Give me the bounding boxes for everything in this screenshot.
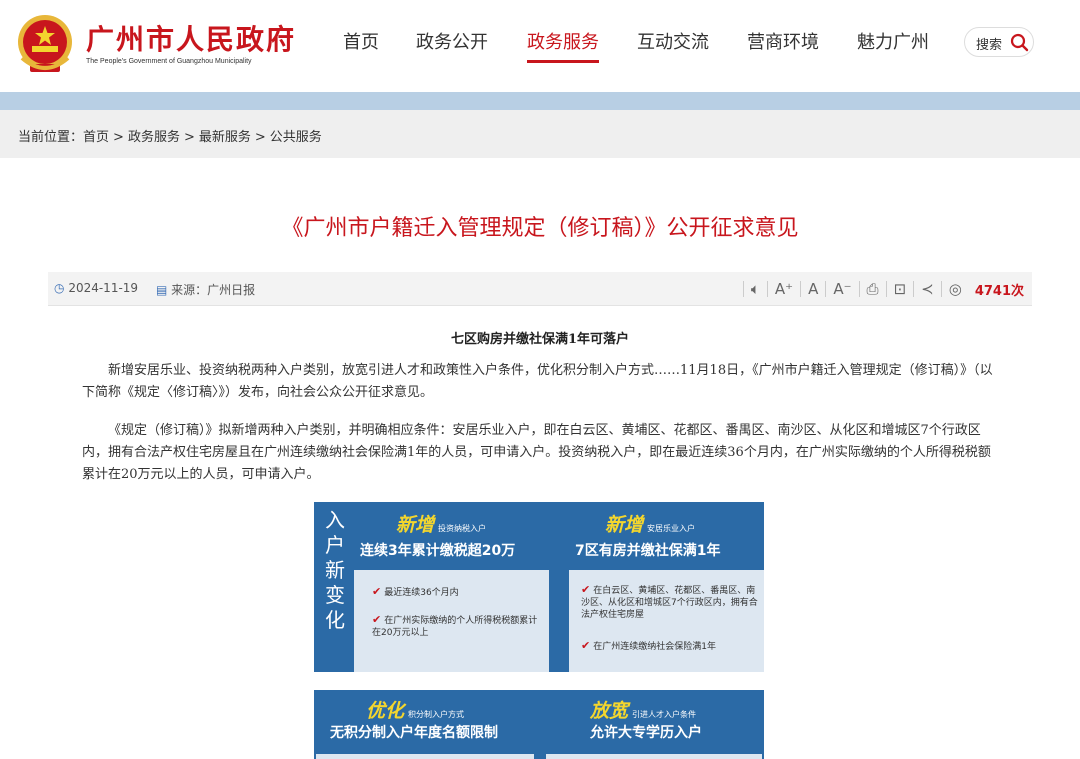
side-char: 入 — [325, 508, 345, 532]
site-header: 广州市人民政府 The People's Government of Guang… — [0, 0, 1080, 92]
infographic-item: ✔ 在白云区、黄埔区、花都区、番禺区、南沙区、从化区和增城区7个行政区内，拥有合法… — [581, 583, 758, 621]
breadcrumb-public-services[interactable]: 公共服务 — [270, 130, 322, 145]
infographic2-right-head: 放宽 引进人才入户条件 — [590, 696, 696, 723]
infographic2-left-head: 优化 积分制入户方式 — [366, 696, 464, 723]
infographic-side-text: 入 户 新 变 化 — [320, 508, 350, 633]
article-subheading: 七区购房并缴社保满1年可落户 — [450, 332, 630, 347]
eye-icon: ◎ — [940, 281, 969, 297]
infographic2-left-headline: 无积分制入户年度名额限制 — [330, 725, 498, 741]
infographic-left-head: 新增 投资纳税入户 — [396, 510, 486, 537]
nav-item-charm-gz[interactable]: 魅力广州 — [857, 28, 929, 54]
infographic-image: 入 户 新 变 化 新增 投资纳税入户 连续3年累计缴税超20万 ✔ 最近连续36个… — [314, 502, 764, 672]
new-add-label: 新增 — [396, 514, 435, 536]
breadcrumb-gov-services[interactable]: 政务服务 — [128, 130, 180, 145]
article-toolbar: 🔈︎ A⁺ A A⁻ ⎙ ⊡ ≺ ◎ 4741次 — [742, 278, 1024, 300]
article-date: ◷ 2024-11-19 — [54, 281, 138, 295]
article-date-value: 2024-11-19 — [68, 281, 139, 295]
category-tag: 安居乐业入户 — [647, 524, 696, 533]
side-char: 户 — [325, 533, 345, 557]
font-medium-button[interactable]: A — [800, 281, 825, 297]
breadcrumb-separator: > — [183, 130, 195, 145]
infographic-item: ✔ 在广州连续缴纳社会保险满1年 — [581, 639, 716, 653]
infographic-left-headline: 连续3年累计缴税超20万 — [360, 543, 516, 559]
favorite-icon[interactable]: ⊡ — [885, 281, 914, 297]
infographic2-right-panel — [546, 754, 762, 759]
check-icon: ✔ — [581, 583, 591, 596]
infographic-left-panel: ✔ 最近连续36个月内 ✔ 在广州实际缴纳的个人所得税税额累计在20万元以上 — [354, 570, 549, 672]
check-icon: ✔ — [581, 639, 591, 652]
article-title: 《广州市户籍迁入管理规定（修订稿）》公开征求意见 — [281, 216, 799, 241]
article-source-value: 来源：广州日报 — [171, 283, 256, 297]
clock-icon: ◷ — [54, 281, 65, 295]
search-button[interactable]: 搜索 — [964, 27, 1034, 57]
article-paragraph-2: 《规定（修订稿）》拟新增两种入户类别，并明确相应条件：安居乐业入户，即在白云区、… — [82, 423, 991, 482]
article-meta-bar: ◷ 2024-11-19 ▤ 来源：广州日报 🔈︎ A⁺ A A⁻ ⎙ ⊡ ≺ … — [48, 272, 1032, 306]
document-icon: ▤ — [156, 283, 168, 297]
article-source: ▤ 来源：广州日报 — [156, 281, 255, 298]
view-count: 4741次 — [974, 283, 1024, 299]
nav-item-home[interactable]: 首页 — [343, 28, 379, 54]
optimize-label: 优化 — [366, 700, 405, 722]
breadcrumb-separator: > — [113, 130, 124, 145]
infographic2-left-panel — [316, 754, 534, 759]
nav-item-business-env[interactable]: 营商环境 — [747, 28, 819, 54]
article-paragraph-1: 新增安居乐业、投资纳税两种入户类别，放宽引进人才和政策性入户条件，优化积分制入户… — [82, 363, 993, 400]
side-char: 化 — [325, 608, 345, 632]
infographic-right-column: 新增 安居乐业入户 7区有房并缴社保满1年 ✔ 在白云区、黄埔区、花都区、番禺区、南… — [569, 502, 764, 672]
relax-label: 放宽 — [590, 700, 629, 722]
nav-item-gov-affairs-open[interactable]: 政务公开 — [416, 28, 488, 54]
share-icon[interactable]: ≺ — [913, 281, 941, 297]
infographic-right-head: 新增 安居乐业入户 — [605, 510, 695, 537]
new-add-label: 新增 — [605, 514, 644, 536]
search-label: 搜索 — [976, 38, 1003, 53]
infographic2-right-headline: 允许大专学历入户 — [590, 725, 702, 741]
infographic-right-panel: ✔ 在白云区、黄埔区、花都区、番禺区、南沙区、从化区和增城区7个行政区内，拥有合法… — [569, 570, 764, 672]
breadcrumb-prefix: 当前位置： — [18, 130, 84, 145]
nav-active-underline — [527, 60, 599, 63]
font-small-button[interactable]: A⁻ — [825, 281, 858, 297]
side-char: 变 — [325, 583, 345, 607]
infographic-image-2: 优化 积分制入户方式 无积分制入户年度名额限制 放宽 引进人才入户条件 允许大专学历… — [314, 690, 764, 759]
infographic-left-column: 新增 投资纳税入户 连续3年累计缴税超20万 ✔ 最近连续36个月内 ✔ 在广州实际缴… — [354, 502, 554, 672]
breadcrumb-latest-services[interactable]: 最新服务 — [199, 130, 251, 145]
breadcrumb-separator: > — [254, 130, 266, 145]
category-tag: 引进人才入户条件 — [632, 710, 697, 719]
side-char: 新 — [325, 558, 345, 582]
nav-item-interaction[interactable]: 互动交流 — [637, 28, 709, 54]
breadcrumb-home[interactable]: 首页 — [83, 130, 109, 145]
font-large-button[interactable]: A⁺ — [766, 281, 800, 297]
main-nav: 首页 政务公开 政务服务 互动交流 营商环境 魅力广州 — [0, 0, 1080, 92]
nav-item-gov-services[interactable]: 政务服务 — [527, 28, 599, 54]
breadcrumb: 当前位置：首页 > 政务服务 > 最新服务 > 公共服务 — [18, 126, 322, 145]
check-icon: ✔ — [372, 613, 382, 626]
header-divider-band — [0, 92, 1080, 110]
check-icon: ✔ — [372, 585, 382, 598]
category-tag: 积分制入户方式 — [408, 710, 465, 719]
breadcrumb-bar: 当前位置：首页 > 政务服务 > 最新服务 > 公共服务 — [0, 110, 1080, 158]
speaker-icon[interactable]: 🔈︎ — [742, 281, 767, 297]
infographic-item: ✔ 最近连续36个月内 — [372, 585, 459, 599]
print-icon[interactable]: ⎙ — [858, 281, 886, 297]
category-tag: 投资纳税入户 — [438, 524, 487, 533]
infographic-item: ✔ 在广州实际缴纳的个人所得税税额累计在20万元以上 — [372, 613, 538, 639]
infographic-right-headline: 7区有房并缴社保满1年 — [575, 543, 721, 559]
search-icon — [1010, 33, 1029, 52]
